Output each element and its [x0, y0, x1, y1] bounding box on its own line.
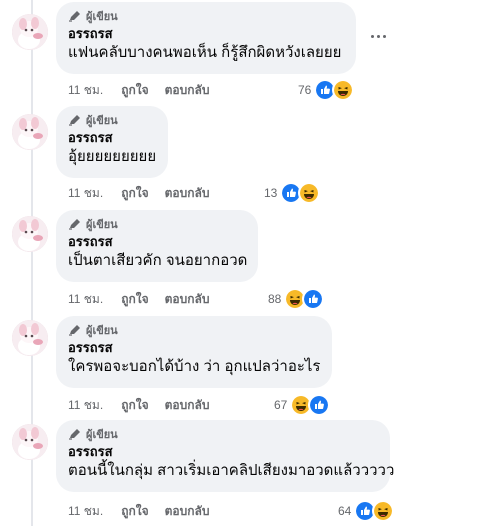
comment-item: ผู้เขียน อรรถรส แฟนคลับบางคนพอเห็น ก็รู้… — [0, 0, 500, 106]
comment-bubble: ผู้เขียน อรรถรส ตอนนี้ในกลุ่ม สาวเริ่มเอ… — [56, 420, 395, 492]
reply-button[interactable]: ตอบกลับ — [165, 81, 210, 100]
comment-item: ผู้เขียน อรรถรส อุ้ยยยยยยยยย 11 ชม. ถูกใ… — [0, 104, 500, 210]
comment-item: ผู้เขียน อรรถรส ใครพอจะบอกได้บ้าง ว่า อุ… — [0, 314, 500, 420]
pencil-icon — [69, 219, 80, 230]
author-name[interactable]: อรรถรส — [68, 26, 344, 42]
avatar-image — [12, 424, 48, 460]
comment-actions: 11 ชม. ถูกใจ ตอบกลับ — [68, 81, 209, 99]
comment-text: อุ้ยยยยยยยยย — [68, 148, 157, 165]
comment-item: ผู้เขียน อรรถรส เป็นตาเสียวคัก จนอยากอวด… — [0, 208, 500, 314]
comment-actions: 11 ชม. ถูกใจ ตอบกลับ — [68, 396, 209, 414]
avatar-image — [12, 216, 48, 252]
comment-bubble: ผู้เขียน อรรถรส แฟนคลับบางคนพอเห็น ก็รู้… — [56, 2, 356, 74]
comment-time[interactable]: 11 ชม. — [68, 502, 103, 521]
author-badge: ผู้เขียน — [68, 9, 344, 23]
avatar[interactable] — [12, 320, 48, 356]
reply-button[interactable]: ตอบกลับ — [165, 290, 210, 309]
reaction-count: 88 — [268, 292, 282, 306]
author-role-label: ผู้เขียน — [86, 429, 118, 441]
author-badge: ผู้เขียน — [68, 323, 320, 337]
reaction-summary[interactable]: 76 — [298, 79, 355, 101]
comment-bubble: ผู้เขียน อรรถรส ใครพอจะบอกได้บ้าง ว่า อุ… — [56, 316, 332, 388]
author-role-label: ผู้เขียน — [86, 11, 118, 23]
author-name[interactable]: อรรถรส — [68, 444, 378, 460]
author-name[interactable]: อรรถรส — [68, 340, 320, 356]
like-button[interactable]: ถูกใจ — [121, 290, 148, 309]
comment-actions: 11 ชม. ถูกใจ ตอบกลับ — [68, 184, 209, 202]
comment-text: แฟนคลับบางคนพอเห็น ก็รู้สึกผิดหวังเลยยย — [68, 44, 342, 61]
avatar-image — [12, 114, 48, 150]
reaction-summary[interactable]: 88 — [268, 288, 325, 310]
avatar-image — [12, 14, 48, 50]
pencil-icon — [69, 115, 80, 126]
reaction-count: 76 — [298, 83, 312, 97]
like-icon — [308, 394, 331, 416]
author-badge: ผู้เขียน — [68, 217, 246, 231]
reaction-count: 64 — [338, 504, 352, 518]
reaction-summary[interactable]: 64 — [338, 500, 395, 522]
more-options-button[interactable] — [366, 28, 390, 44]
author-name[interactable]: อรรถรส — [68, 130, 156, 146]
avatar[interactable] — [12, 216, 48, 252]
like-button[interactable]: ถูกใจ — [121, 396, 148, 415]
comment-time[interactable]: 11 ชม. — [68, 290, 103, 309]
reply-button[interactable]: ตอบกลับ — [165, 502, 210, 521]
avatar[interactable] — [12, 424, 48, 460]
haha-icon — [332, 79, 355, 101]
comment-time[interactable]: 11 ชม. — [68, 396, 103, 415]
author-badge: ผู้เขียน — [68, 427, 378, 441]
avatar[interactable] — [12, 114, 48, 150]
haha-icon — [372, 500, 395, 522]
comment-text: ตอนนี้ในกลุ่ม สาวเริ่มเอาคลิปเสียงมาอวดแ… — [68, 462, 395, 479]
reply-button[interactable]: ตอบกลับ — [165, 396, 210, 415]
author-role-label: ผู้เขียน — [86, 219, 118, 231]
author-role-label: ผู้เขียน — [86, 115, 118, 127]
avatar-image — [12, 320, 48, 356]
reaction-count: 13 — [264, 186, 278, 200]
like-button[interactable]: ถูกใจ — [121, 502, 148, 521]
comment-text: ใครพอจะบอกได้บ้าง ว่า อุกแปลว่าอะไร — [68, 358, 321, 375]
pencil-icon — [69, 11, 80, 22]
comment-time[interactable]: 11 ชม. — [68, 184, 103, 203]
avatar[interactable] — [12, 14, 48, 50]
pencil-icon — [69, 325, 80, 336]
reply-button[interactable]: ตอบกลับ — [165, 184, 210, 203]
comment-text: เป็นตาเสียวคัก จนอยากอวด — [68, 252, 248, 269]
pencil-icon — [69, 429, 80, 440]
comment-bubble: ผู้เขียน อรรถรส เป็นตาเสียวคัก จนอยากอวด — [56, 210, 258, 282]
comment-bubble: ผู้เขียน อรรถรส อุ้ยยยยยยยยย — [56, 106, 168, 178]
author-badge: ผู้เขียน — [68, 113, 156, 127]
reaction-summary[interactable]: 13 — [264, 182, 321, 204]
comment-actions: 11 ชม. ถูกใจ ตอบกลับ — [68, 502, 209, 520]
haha-icon — [298, 182, 321, 204]
like-icon — [302, 288, 325, 310]
reaction-summary[interactable]: 67 — [274, 394, 331, 416]
reaction-count: 67 — [274, 398, 288, 412]
comment-actions: 11 ชม. ถูกใจ ตอบกลับ — [68, 290, 209, 308]
author-role-label: ผู้เขียน — [86, 325, 118, 337]
like-button[interactable]: ถูกใจ — [121, 81, 148, 100]
author-name[interactable]: อรรถรส — [68, 234, 246, 250]
comment-time[interactable]: 11 ชม. — [68, 81, 103, 100]
like-button[interactable]: ถูกใจ — [121, 184, 148, 203]
comment-item: ผู้เขียน อรรถรส ตอนนี้ในกลุ่ม สาวเริ่มเอ… — [0, 418, 500, 524]
